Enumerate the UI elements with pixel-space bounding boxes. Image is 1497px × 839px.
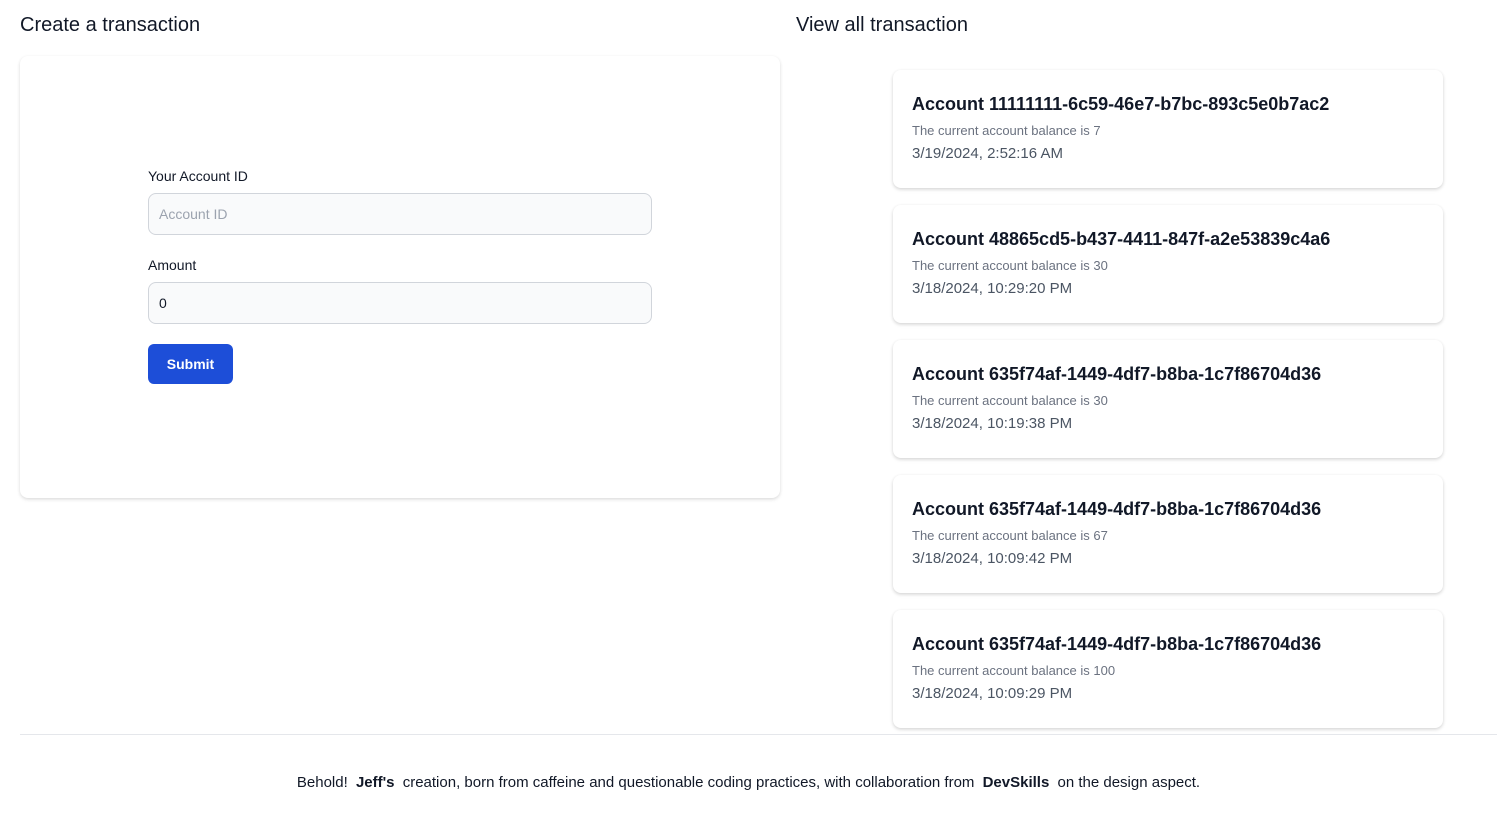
transaction-account-title: Account 635f74af-1449-4df7-b8ba-1c7f8670… xyxy=(912,364,1322,384)
transaction-card: Account 11111111-6c59-46e7-b7bc-893c5e0b… xyxy=(893,70,1443,188)
submit-button[interactable]: Submit xyxy=(148,344,233,384)
transaction-form: Your Account ID Amount Submit xyxy=(148,168,652,384)
account-id-input[interactable] xyxy=(148,193,652,235)
footer: Behold! Jeff's creation, born from caffe… xyxy=(0,773,1497,793)
footer-author: Jeff's xyxy=(355,774,395,791)
transaction-card: Account 635f74af-1449-4df7-b8ba-1c7f8670… xyxy=(893,610,1443,728)
transaction-balance: The current account balance is 30 xyxy=(912,393,1108,408)
transaction-balance: The current account balance is 100 xyxy=(912,663,1116,678)
transaction-timestamp: 3/19/2024, 2:52:16 AM xyxy=(912,145,1063,162)
create-transaction-title: Create a transaction xyxy=(20,14,201,36)
footer-suffix: on the design aspect. xyxy=(1057,774,1201,791)
footer-prefix: Behold! xyxy=(296,774,348,791)
transaction-balance: The current account balance is 7 xyxy=(912,123,1101,138)
transaction-account-title: Account 11111111-6c59-46e7-b7bc-893c5e0b… xyxy=(912,94,1330,114)
footer-middle: creation, born from caffeine and questio… xyxy=(402,774,975,791)
transaction-timestamp: 3/18/2024, 10:19:38 PM xyxy=(912,415,1073,432)
page: Create a transaction View all transactio… xyxy=(0,0,1497,839)
footer-divider xyxy=(20,734,1497,735)
account-id-label: Your Account ID xyxy=(148,168,248,184)
transaction-account-title: Account 635f74af-1449-4df7-b8ba-1c7f8670… xyxy=(912,634,1322,654)
amount-label: Amount xyxy=(148,257,197,273)
transaction-account-title: Account 48865cd5-b437-4411-847f-a2e53839… xyxy=(912,229,1331,249)
footer-collaborator: DevSkills xyxy=(982,774,1050,791)
view-transactions-title: View all transaction xyxy=(796,14,968,36)
transaction-timestamp: 3/18/2024, 10:09:29 PM xyxy=(912,685,1073,702)
transaction-balance: The current account balance is 67 xyxy=(912,528,1108,543)
transaction-balance: The current account balance is 30 xyxy=(912,258,1108,273)
transaction-card: Account 635f74af-1449-4df7-b8ba-1c7f8670… xyxy=(893,340,1443,458)
transaction-card: Account 635f74af-1449-4df7-b8ba-1c7f8670… xyxy=(893,475,1443,593)
transaction-account-title: Account 635f74af-1449-4df7-b8ba-1c7f8670… xyxy=(912,499,1322,519)
transaction-timestamp: 3/18/2024, 10:09:42 PM xyxy=(912,550,1073,567)
create-transaction-card: Your Account ID Amount Submit xyxy=(20,56,780,498)
transaction-list: Account 11111111-6c59-46e7-b7bc-893c5e0b… xyxy=(893,70,1443,745)
amount-input[interactable] xyxy=(148,282,652,324)
transaction-timestamp: 3/18/2024, 10:29:20 PM xyxy=(912,280,1073,297)
transaction-card: Account 48865cd5-b437-4411-847f-a2e53839… xyxy=(893,205,1443,323)
